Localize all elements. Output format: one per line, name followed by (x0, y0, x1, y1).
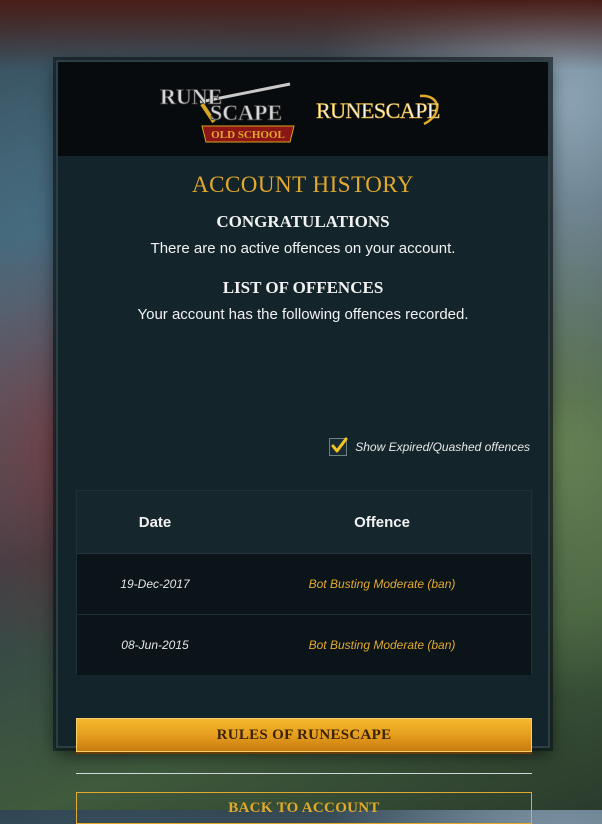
column-header-date: Date (138, 513, 172, 531)
osrs-logo-line2: SCAPE (210, 100, 282, 125)
runescape-logo-text: RUNESCAPE (316, 98, 440, 123)
table-header: Date Offence (77, 491, 531, 554)
offence-date: 08-Jun-2015 (121, 638, 189, 652)
congratulations-heading: CONGRATULATIONS (216, 212, 390, 231)
page-title: ACCOUNT HISTORY (192, 172, 414, 197)
offence-date: 19-Dec-2017 (120, 577, 190, 591)
offences-heading: LIST OF OFFENCES (222, 278, 384, 297)
checkmark-icon (331, 437, 348, 453)
divider (76, 773, 532, 774)
column-header-offence: Offence (354, 513, 410, 531)
account-history-panel: RUNE SCAPE OLD SCHOOL RUNESCAPE ACCOUNT … (56, 60, 550, 824)
osrs-logo: RUNE SCAPE OLD SCHOOL (160, 82, 295, 143)
table-row: 19-Dec-2017 Bot Busting Moderate (ban) (77, 554, 531, 615)
osrs-logo-banner: OLD SCHOOL (211, 129, 285, 141)
offence-name: Bot Busting Moderate (ban) (308, 638, 456, 652)
offences-table: Date Offence 19-Dec-2017 Bot Busting Mod… (76, 490, 532, 675)
show-expired-filter: Show Expired/Quashed offences (329, 437, 530, 456)
offence-name: Bot Busting Moderate (ban) (308, 577, 456, 591)
show-expired-label[interactable]: Show Expired/Quashed offences (355, 440, 530, 454)
table-row: 08-Jun-2015 Bot Busting Moderate (ban) (77, 615, 531, 675)
logo-bar: RUNE SCAPE OLD SCHOOL RUNESCAPE (58, 62, 548, 156)
offences-text: Your account has the following offences … (137, 306, 469, 323)
congratulations-text: There are no active offences on your acc… (150, 240, 456, 257)
show-expired-checkbox[interactable] (329, 437, 348, 456)
back-to-account-button[interactable]: BACK TO ACCOUNT (76, 792, 532, 824)
runescape-logo: RUNESCAPE (316, 94, 441, 126)
rules-of-runescape-button[interactable]: RULES OF RUNESCAPE (76, 718, 532, 752)
